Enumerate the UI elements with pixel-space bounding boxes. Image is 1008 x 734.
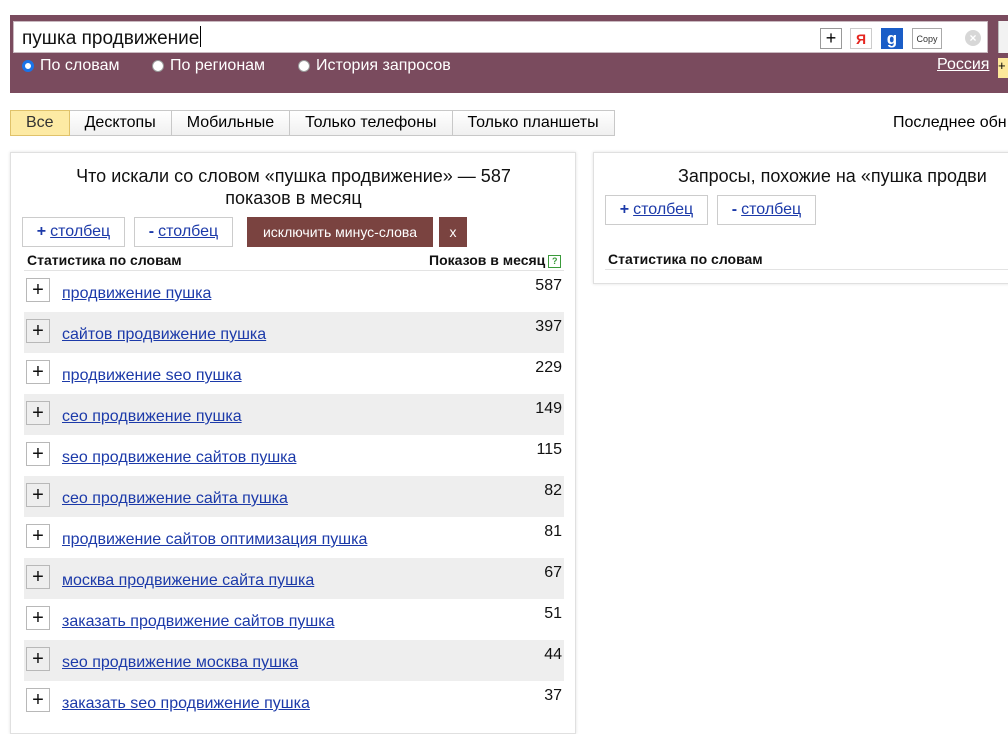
tab-mobile[interactable]: Мобильные: [171, 110, 291, 136]
search-input[interactable]: пушка продвижение + Я g Copy ×: [13, 21, 988, 53]
panel-title: Что искали со словом «пушка продвижение»…: [76, 166, 511, 208]
region-link[interactable]: Россия: [937, 56, 989, 74]
similar-add-column-button[interactable]: + столбец: [605, 195, 708, 225]
add-keyword-button[interactable]: +: [26, 606, 50, 630]
yandex-icon[interactable]: Я: [850, 28, 872, 49]
keyword-count: 51: [544, 605, 562, 622]
add-keyword-button[interactable]: +: [26, 278, 50, 302]
table-row: + seo продвижение сайтов пушка 115: [24, 435, 564, 476]
words-panel: Что искали со словом «пушка продвижение»…: [10, 152, 576, 734]
keyword-link[interactable]: заказать seo продвижение пушка: [62, 695, 310, 713]
table-row: + продвижение сайтов оптимизация пушка 81: [24, 517, 564, 558]
keyword-link[interactable]: seo продвижение сайтов пушка: [62, 449, 296, 467]
exclude-minus-words-button[interactable]: исключить минус-слова: [247, 217, 433, 247]
add-keyword-button[interactable]: +: [26, 360, 50, 384]
keyword-count: 587: [535, 277, 562, 294]
keyword-link[interactable]: сео продвижение сайта пушка: [62, 490, 288, 508]
keyword-link[interactable]: москва продвижение сайта пушка: [62, 572, 314, 590]
table-row: + seo продвижение москва пушка 44: [24, 640, 564, 681]
keyword-count: 37: [544, 687, 562, 704]
keyword-count: 149: [535, 400, 562, 417]
region-add-button[interactable]: +: [998, 58, 1008, 78]
google-icon[interactable]: g: [881, 28, 903, 49]
keyword-link[interactable]: заказать продвижение сайтов пушка: [62, 613, 334, 631]
similar-remove-column-button[interactable]: - столбец: [717, 195, 816, 225]
help-icon[interactable]: ?: [548, 255, 562, 268]
clear-icon[interactable]: ×: [965, 30, 981, 46]
column-header-shows: Показов в месяц?: [429, 252, 562, 268]
add-plus-button[interactable]: +: [820, 28, 842, 49]
radio-icon: [298, 60, 310, 72]
add-keyword-button[interactable]: +: [26, 688, 50, 712]
radio-icon: [152, 60, 164, 72]
add-keyword-button[interactable]: +: [26, 483, 50, 507]
column-header-stats: Статистика по словам: [27, 252, 182, 268]
keyword-count: 67: [544, 564, 562, 581]
table-row: + москва продвижение сайта пушка 67: [24, 558, 564, 599]
keyword-link[interactable]: сайтов продвижение пушка: [62, 326, 266, 344]
remove-column-button[interactable]: - столбец: [134, 217, 233, 247]
search-submit-button[interactable]: [998, 21, 1008, 53]
keyword-count: 229: [535, 359, 562, 376]
device-tabs: Все Десктопы Мобильные Только телефоны Т…: [10, 110, 615, 136]
keyword-count: 81: [544, 523, 562, 540]
similar-column-header-stats: Статистика по словам: [608, 251, 763, 267]
keyword-count: 115: [536, 441, 562, 458]
table-row: + сео продвижение сайта пушка 82: [24, 476, 564, 517]
keyword-link[interactable]: seo продвижение москва пушка: [62, 654, 298, 672]
keyword-count: 397: [535, 318, 562, 335]
add-keyword-button[interactable]: +: [26, 647, 50, 671]
similar-panel: Запросы, похожие на «пушка продви + столб…: [593, 152, 1008, 284]
keyword-link[interactable]: продвижение сайтов оптимизация пушка: [62, 531, 367, 549]
tab-phones-only[interactable]: Только телефоны: [290, 110, 453, 136]
keyword-count: 82: [544, 482, 562, 499]
table-row: + заказать seo продвижение пушка 37: [24, 681, 564, 722]
add-keyword-button[interactable]: +: [26, 401, 50, 425]
radio-selected-icon: [22, 60, 34, 72]
add-keyword-button[interactable]: +: [26, 442, 50, 466]
mode-by-regions[interactable]: По регионам: [152, 57, 265, 75]
keyword-link[interactable]: продвижение пушка: [62, 285, 211, 303]
keyword-count: 44: [544, 646, 562, 663]
tab-tablets-only[interactable]: Только планшеты: [452, 110, 615, 136]
similar-header-divider: [605, 269, 1008, 270]
mode-history[interactable]: История запросов: [298, 57, 451, 75]
add-keyword-button[interactable]: +: [26, 524, 50, 548]
table-row: + продвижение пушка 587: [24, 271, 564, 312]
search-query: пушка продвижение: [22, 26, 202, 49]
keyword-table: + продвижение пушка 587 + сайтов продвижение…: [24, 271, 564, 722]
add-keyword-button[interactable]: +: [26, 319, 50, 343]
tab-desktops[interactable]: Десктопы: [69, 110, 172, 136]
table-row: + сайтов продвижение пушка 397: [24, 312, 564, 353]
table-row: + продвижение seo пушка 229: [24, 353, 564, 394]
add-keyword-button[interactable]: +: [26, 565, 50, 589]
tab-all[interactable]: Все: [10, 110, 70, 136]
table-row: + сео продвижение пушка 149: [24, 394, 564, 435]
keyword-link[interactable]: сео продвижение пушка: [62, 408, 242, 426]
close-exclude-button[interactable]: x: [439, 217, 467, 247]
copy-button[interactable]: Copy: [912, 28, 942, 49]
table-row: + заказать продвижение сайтов пушка 51: [24, 599, 564, 640]
last-update-text: Последнее обн: [893, 114, 1007, 131]
add-column-button[interactable]: + столбец: [22, 217, 125, 247]
similar-panel-title: Запросы, похожие на «пушка продви: [678, 166, 987, 186]
keyword-link[interactable]: продвижение seo пушка: [62, 367, 242, 385]
mode-by-words[interactable]: По словам: [22, 57, 119, 75]
